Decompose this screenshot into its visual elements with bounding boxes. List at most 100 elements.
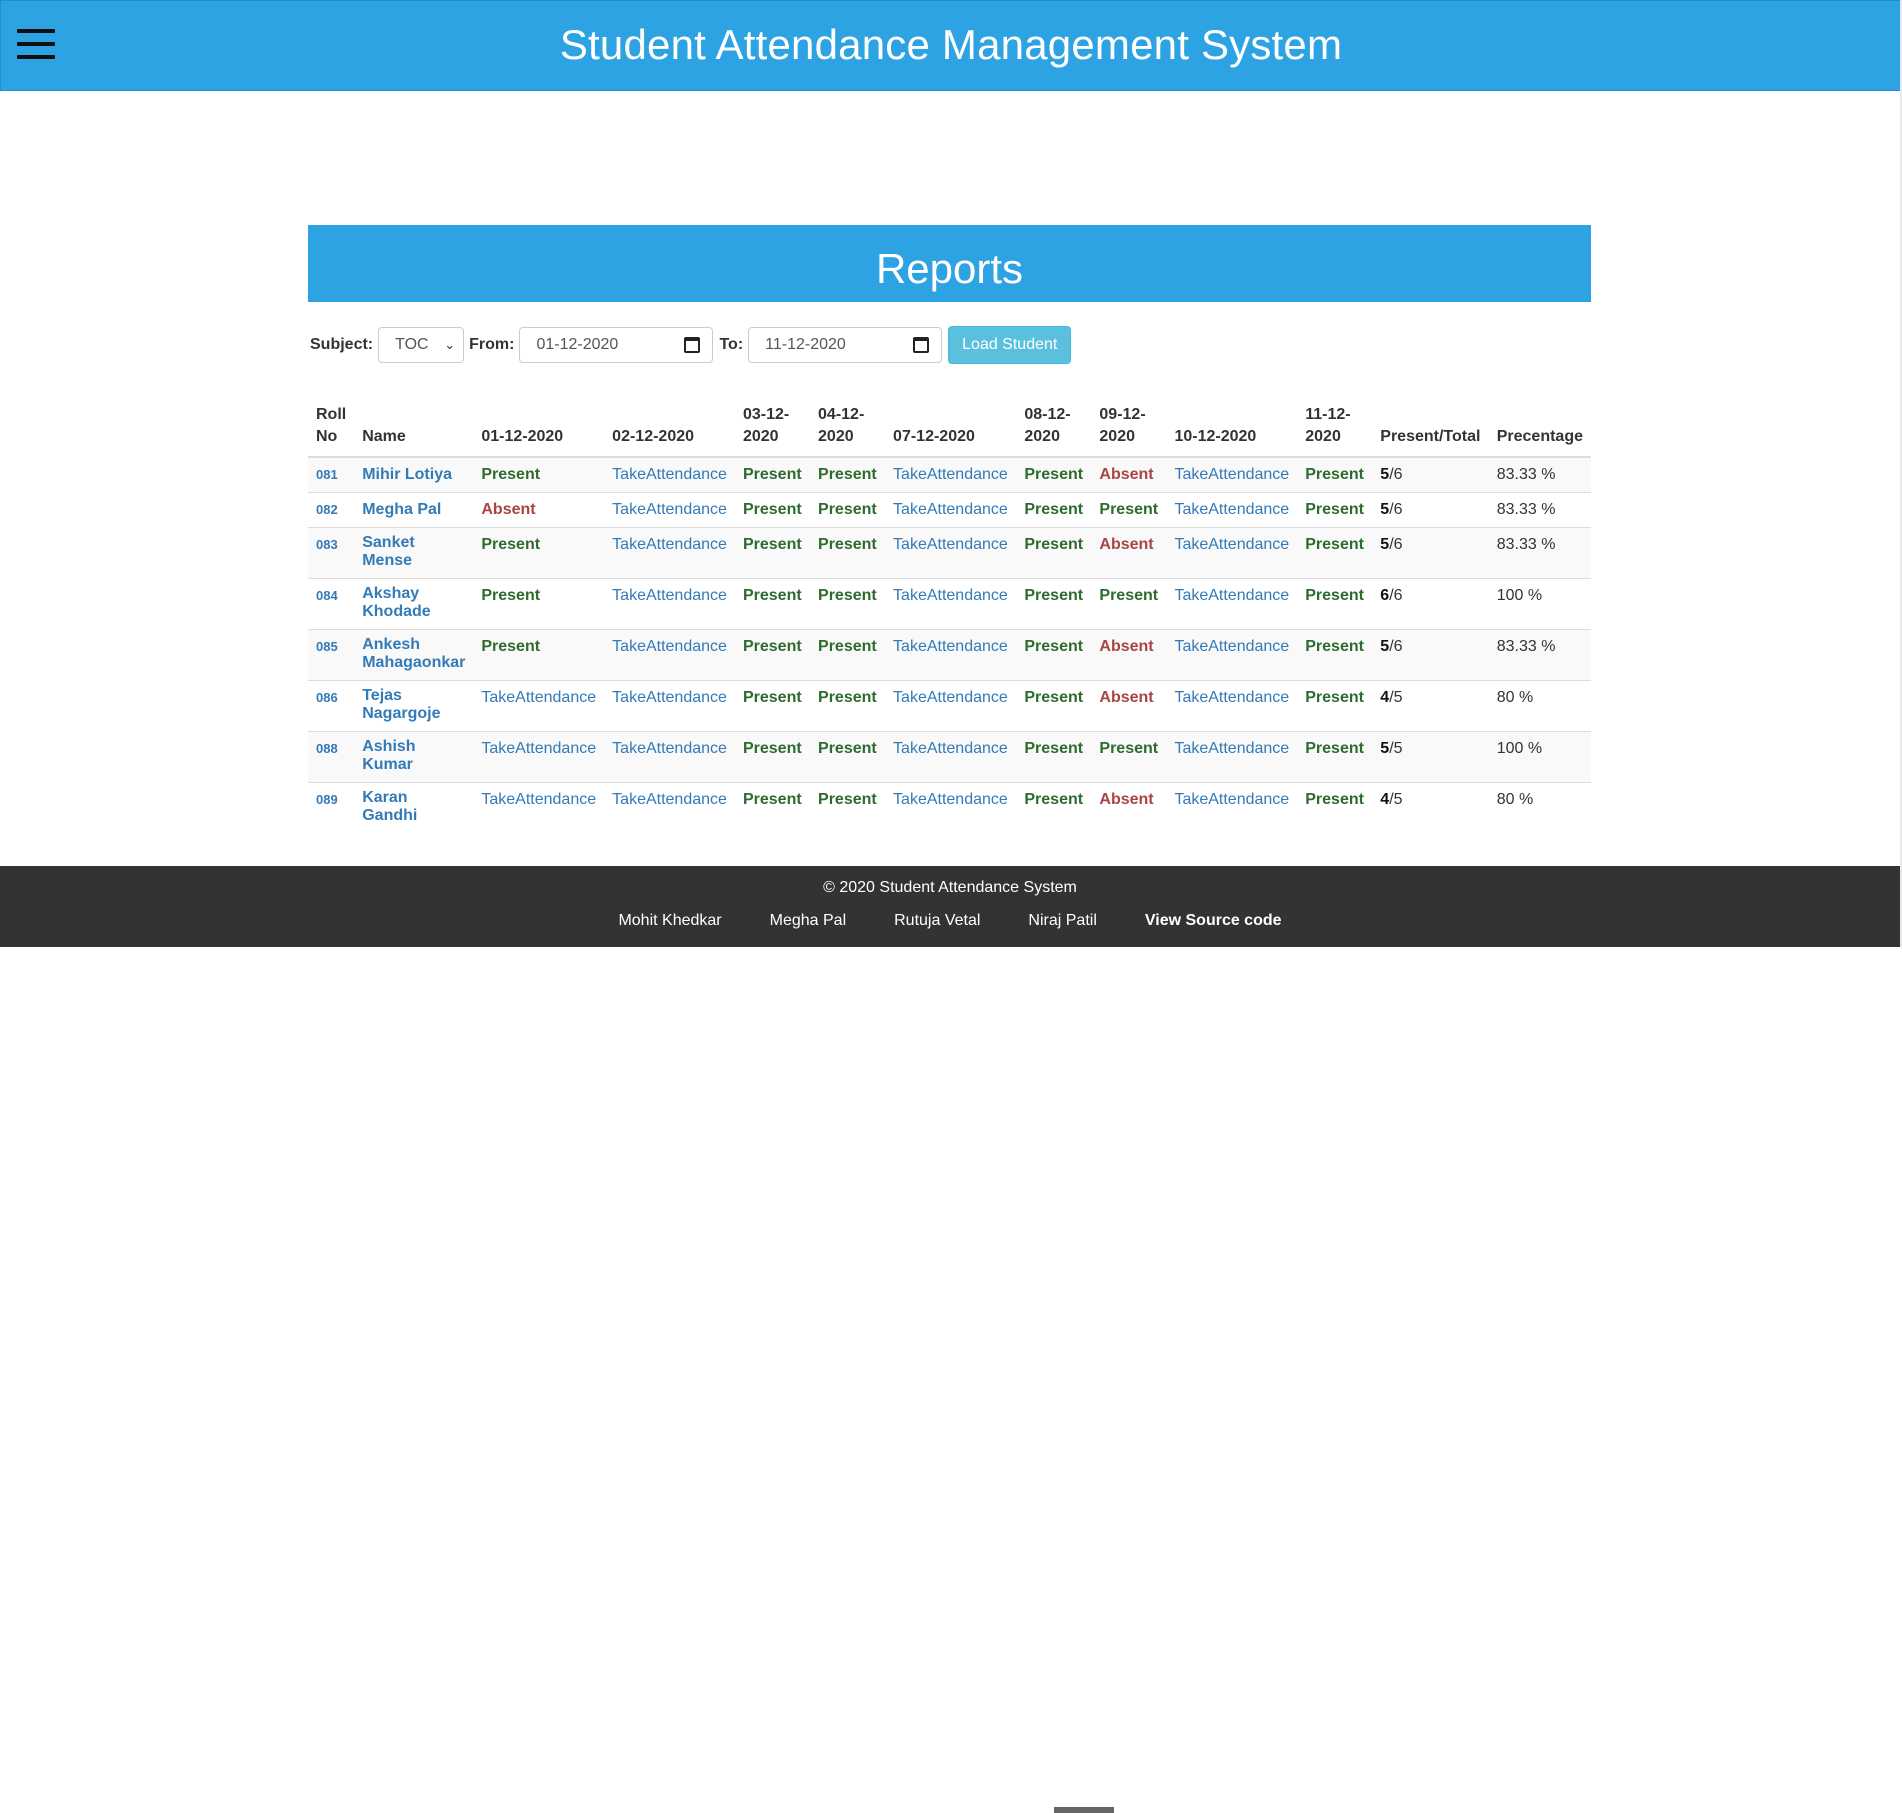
take-attendance-link[interactable]: TakeAttendance xyxy=(481,791,596,808)
roll-number-link[interactable]: 083 xyxy=(316,536,338,554)
percentage-value: 100 % xyxy=(1496,587,1543,604)
status-present: Present xyxy=(1305,791,1364,808)
roll-cell: 086 xyxy=(308,680,355,732)
take-attendance-link[interactable]: TakeAttendance xyxy=(1174,791,1289,808)
table-row: 086 Tejas Nagargoje TakeAttendance TakeAtte… xyxy=(308,680,1591,732)
student-name-link[interactable]: Mihir Lotiya xyxy=(362,466,452,484)
roll-number-link[interactable]: 082 xyxy=(316,501,338,519)
take-attendance-link[interactable]: TakeAttendance xyxy=(1174,587,1289,604)
table-row: 088 Ashish Kumar TakeAttendance TakeAttenda… xyxy=(308,731,1591,783)
roll-number-link[interactable]: 081 xyxy=(316,466,338,484)
take-attendance-link[interactable]: TakeAttendance xyxy=(612,689,727,706)
take-attendance-link[interactable]: TakeAttendance xyxy=(612,638,727,655)
take-attendance-link[interactable]: TakeAttendance xyxy=(612,536,727,553)
take-attendance-link[interactable]: TakeAttendance xyxy=(893,638,1008,655)
take-attendance-link[interactable]: TakeAttendance xyxy=(893,501,1008,518)
student-name-link[interactable]: Karan Gandhi xyxy=(362,789,465,825)
present-count: 5 xyxy=(1380,740,1390,757)
name-cell: Tejas Nagargoje xyxy=(354,680,474,732)
attendance-cell: TakeAttendance xyxy=(604,578,735,630)
subject-select[interactable]: TOC ⌄ xyxy=(378,327,465,363)
attendance-cell: Present xyxy=(473,629,605,681)
present-count: 5 xyxy=(1380,466,1390,483)
status-absent: Absent xyxy=(1099,689,1154,706)
take-attendance-link[interactable]: TakeAttendance xyxy=(1174,638,1289,655)
take-attendance-link[interactable]: TakeAttendance xyxy=(893,689,1008,706)
present-total-cell: 5/6 xyxy=(1372,456,1489,493)
calendar-icon[interactable] xyxy=(684,337,701,353)
status-present: Present xyxy=(1305,501,1364,518)
attendance-cell: TakeAttendance xyxy=(885,782,1017,833)
horizontal-scroll-thumb[interactable] xyxy=(1054,1807,1114,1813)
status-present: Present xyxy=(742,501,802,518)
page-title: Reports xyxy=(875,245,1024,292)
take-attendance-link[interactable]: TakeAttendance xyxy=(1174,501,1289,518)
take-attendance-link[interactable]: TakeAttendance xyxy=(893,740,1008,757)
roll-number-link[interactable]: 088 xyxy=(316,740,338,758)
total-count: /5 xyxy=(1389,689,1403,706)
present-total-cell: 5/5 xyxy=(1372,731,1489,783)
load-student-button[interactable]: Load Student xyxy=(948,326,1072,364)
present-total-cell: 4/5 xyxy=(1372,680,1489,732)
percentage-cell: 80 % xyxy=(1488,782,1591,833)
student-name-link[interactable]: Ankesh Mahagaonkar xyxy=(362,636,465,672)
take-attendance-link[interactable]: TakeAttendance xyxy=(481,740,596,757)
credit-link[interactable]: Niraj Patil xyxy=(1028,912,1096,930)
take-attendance-link[interactable]: TakeAttendance xyxy=(612,587,727,604)
status-present: Present xyxy=(818,638,877,655)
status-present: Present xyxy=(1305,740,1364,757)
roll-number-link[interactable]: 084 xyxy=(316,587,338,605)
calendar-icon[interactable] xyxy=(913,337,930,353)
student-name-link[interactable]: Ashish Kumar xyxy=(362,738,465,774)
status-absent: Absent xyxy=(481,501,536,518)
percentage-cell: 83.33 % xyxy=(1488,527,1591,579)
student-name-link[interactable]: Akshay Khodade xyxy=(362,585,465,621)
take-attendance-link[interactable]: TakeAttendance xyxy=(893,536,1008,553)
take-attendance-link[interactable]: TakeAttendance xyxy=(1174,536,1289,553)
roll-cell: 085 xyxy=(308,629,355,681)
attendance-cell: TakeAttendance xyxy=(1166,782,1298,833)
take-attendance-link[interactable]: TakeAttendance xyxy=(1174,740,1289,757)
attendance-cell: TakeAttendance xyxy=(1166,680,1298,732)
attendance-cell: Present xyxy=(734,527,811,579)
attendance-cell: TakeAttendance xyxy=(604,782,735,833)
take-attendance-link[interactable]: TakeAttendance xyxy=(1174,466,1289,483)
credit-link[interactable]: Mohit Khedkar xyxy=(618,912,721,930)
roll-number-link[interactable]: 085 xyxy=(316,638,338,656)
col-header-date: 04-12-2020 xyxy=(810,402,886,458)
attendance-cell: Absent xyxy=(1091,782,1167,833)
status-present: Present xyxy=(742,536,802,553)
roll-number-link[interactable]: 089 xyxy=(316,791,338,809)
status-present: Present xyxy=(818,466,877,483)
take-attendance-link[interactable]: TakeAttendance xyxy=(893,466,1008,483)
roll-number-link[interactable]: 086 xyxy=(316,689,338,707)
take-attendance-link[interactable]: TakeAttendance xyxy=(893,791,1008,808)
student-name-link[interactable]: Tejas Nagargoje xyxy=(362,687,465,723)
take-attendance-link[interactable]: TakeAttendance xyxy=(612,501,727,518)
take-attendance-link[interactable]: TakeAttendance xyxy=(612,791,727,808)
percentage-cell: 83.33 % xyxy=(1488,629,1591,681)
take-attendance-link[interactable]: TakeAttendance xyxy=(612,740,727,757)
status-present: Present xyxy=(818,587,877,604)
take-attendance-link[interactable]: TakeAttendance xyxy=(1174,689,1289,706)
attendance-cell: Present xyxy=(734,782,811,833)
col-header-percentage: Precentage xyxy=(1488,402,1591,458)
attendance-cell: Present xyxy=(734,629,811,681)
take-attendance-link[interactable]: TakeAttendance xyxy=(612,466,727,483)
status-absent: Absent xyxy=(1099,791,1154,808)
take-attendance-link[interactable]: TakeAttendance xyxy=(481,689,596,706)
student-name-link[interactable]: Sanket Mense xyxy=(362,534,465,570)
credit-link[interactable]: Megha Pal xyxy=(770,912,847,930)
status-present: Present xyxy=(1099,740,1159,757)
take-attendance-link[interactable]: TakeAttendance xyxy=(893,587,1008,604)
attendance-cell: Present xyxy=(734,456,811,493)
view-source-link[interactable]: View Source code xyxy=(1145,912,1282,930)
to-date-input[interactable]: 11-12-2020 xyxy=(748,327,943,363)
col-header-date: 10-12-2020 xyxy=(1166,402,1298,458)
name-cell: Megha Pal xyxy=(354,492,474,528)
attendance-cell: Present xyxy=(734,492,811,528)
from-date-input[interactable]: 01-12-2020 xyxy=(519,327,714,363)
student-name-link[interactable]: Megha Pal xyxy=(362,501,441,519)
attendance-cell: Present xyxy=(1297,629,1373,681)
credit-link[interactable]: Rutuja Vetal xyxy=(894,912,980,930)
